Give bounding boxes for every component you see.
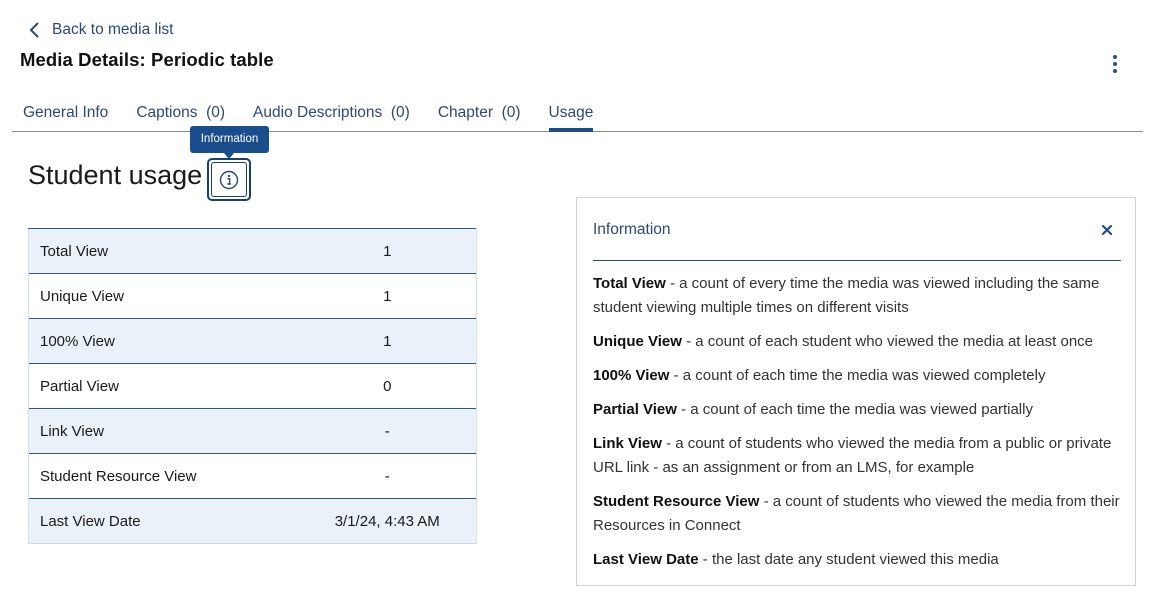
row-label: Total View — [28, 228, 319, 274]
definition-term: 100% View — [593, 367, 670, 384]
tab-audio-descriptions[interactable]: Audio Descriptions (0) — [242, 103, 421, 131]
chevron-left-icon — [29, 22, 39, 38]
tab-general-info[interactable]: General Info — [12, 103, 119, 131]
info-circle-icon — [219, 170, 239, 189]
row-value: 1 — [318, 228, 477, 274]
definition-desc: - a count of each student who viewed the… — [681, 333, 1094, 350]
close-icon — [1101, 224, 1113, 236]
table-row: Total View 1 — [28, 228, 477, 274]
kebab-dot — [1113, 69, 1117, 73]
definition-term: Unique View — [593, 333, 682, 350]
row-label: Last View Date — [28, 498, 319, 544]
information-button[interactable] — [207, 158, 251, 201]
table-row: Partial View 0 — [28, 363, 477, 409]
definition-item: Student Resource View - a count of stude… — [593, 490, 1123, 538]
more-options-button[interactable] — [1106, 52, 1124, 76]
definition-desc: - a count of each time the media was vie… — [676, 401, 1033, 418]
definition-term: Total View — [593, 275, 666, 292]
table-row: Student Resource View - — [28, 453, 477, 499]
definition-desc: - a count of every time the media was vi… — [593, 275, 1100, 316]
table-row: Link View - — [28, 408, 477, 454]
kebab-dot — [1113, 62, 1117, 66]
row-value: - — [318, 408, 477, 454]
info-panel-title: Information — [593, 221, 671, 238]
tab-chapter[interactable]: Chapter (0) — [427, 103, 532, 131]
row-label: Link View — [28, 408, 319, 454]
table-row: 100% View 1 — [28, 318, 477, 364]
definition-item: Last View Date - the last date any stude… — [593, 548, 1123, 572]
row-label: Unique View — [28, 273, 319, 319]
definition-term: Partial View — [593, 401, 677, 418]
information-tooltip: Information — [190, 126, 269, 159]
definition-desc: - the last date any student viewed this … — [698, 551, 999, 568]
definition-item: Unique View - a count of each student wh… — [593, 330, 1123, 354]
row-label: Student Resource View — [28, 453, 319, 499]
usage-table: Total View 1 Unique View 1 100% View 1 P… — [28, 228, 477, 544]
info-panel-header: Information — [593, 198, 1121, 261]
definition-desc: - a count of students who viewed the med… — [593, 435, 1112, 476]
row-value: 3/1/24, 4:43 AM — [318, 498, 477, 544]
back-link-label: Back to media list — [52, 21, 174, 38]
back-to-media-list-link[interactable]: Back to media list — [28, 20, 173, 40]
definition-term: Last View Date — [593, 551, 699, 568]
definition-list: Total View - a count of every time the m… — [593, 272, 1123, 582]
page-title: Media Details: Periodic table — [20, 49, 274, 70]
definition-item: Link View - a count of students who view… — [593, 432, 1123, 480]
row-value: - — [318, 453, 477, 499]
table-row: Unique View 1 — [28, 273, 477, 319]
definition-desc: - a count of each time the media was vie… — [669, 367, 1046, 384]
row-value: 1 — [318, 273, 477, 319]
definition-term: Student Resource View — [593, 493, 760, 510]
row-label: 100% View — [28, 318, 319, 364]
row-value: 1 — [318, 318, 477, 364]
definition-item: Total View - a count of every time the m… — [593, 272, 1123, 320]
close-button[interactable] — [1099, 222, 1115, 238]
tab-usage[interactable]: Usage — [538, 103, 605, 132]
info-button-focus-ring — [211, 162, 247, 197]
tab-bar: General Info Captions (0) Audio Descript… — [12, 103, 1143, 132]
row-value: 0 — [318, 363, 477, 409]
section-title: Student usage — [28, 160, 203, 190]
definition-item: Partial View - a count of each time the … — [593, 398, 1123, 422]
definition-term: Link View — [593, 435, 662, 452]
definition-item: 100% View - a count of each time the med… — [593, 364, 1123, 388]
information-panel: Information Total View - a count of ever… — [576, 197, 1136, 586]
kebab-dot — [1113, 55, 1117, 59]
row-label: Partial View — [28, 363, 319, 409]
table-row: Last View Date 3/1/24, 4:43 AM — [28, 498, 477, 544]
